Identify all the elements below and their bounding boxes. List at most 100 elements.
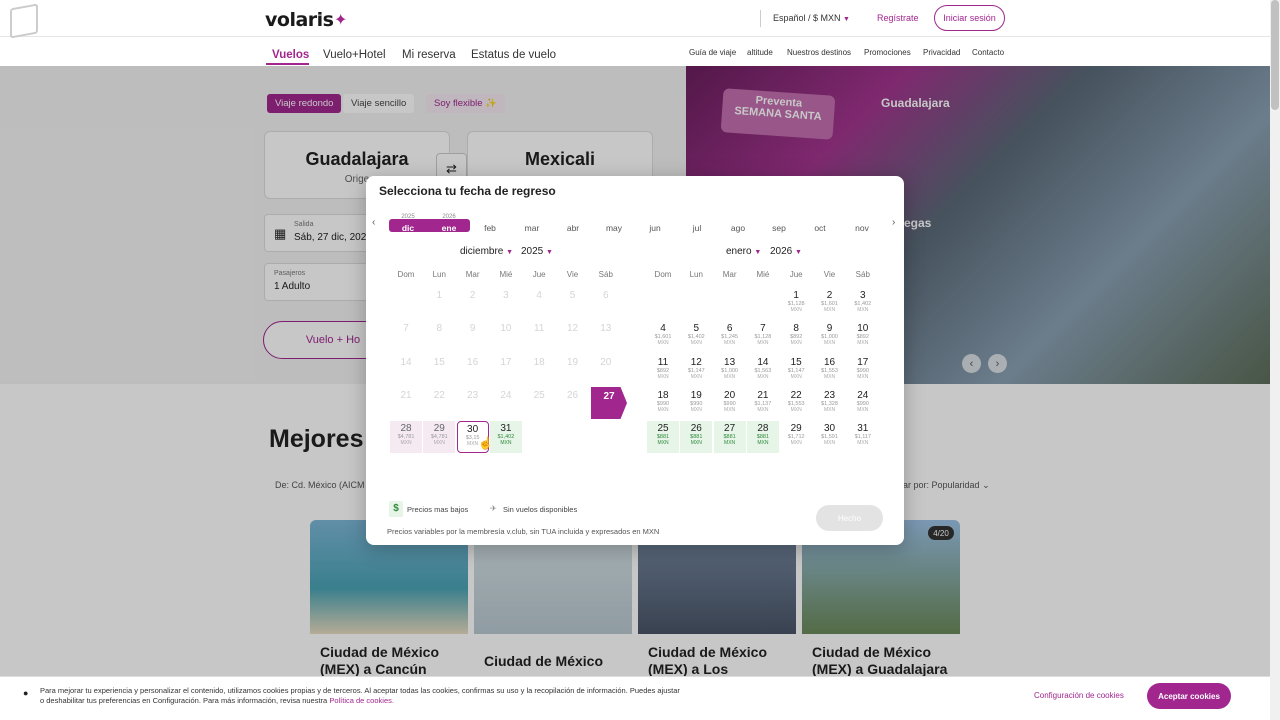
calendar-day: 6 bbox=[590, 288, 622, 320]
link-contacto[interactable]: Contacto bbox=[972, 48, 1004, 57]
calendar-day[interactable]: 27 $881 MXN bbox=[713, 421, 746, 454]
calendar-day[interactable]: 17 $990 MXN bbox=[847, 355, 879, 387]
calendar-day[interactable]: 10 $892 MXN bbox=[847, 321, 879, 353]
calendar-day[interactable]: 13 $1,000 MXN bbox=[714, 355, 746, 387]
day-currency: MXN bbox=[757, 440, 769, 447]
tab-vuelo-hotel[interactable]: Vuelo+Hotel bbox=[323, 49, 386, 61]
right-month-select[interactable]: enero ▼ bbox=[726, 246, 761, 257]
day-number: 6 bbox=[726, 323, 733, 335]
calendar-day[interactable]: 5 $1,402 MXN bbox=[680, 321, 712, 353]
weekday-label: Vie bbox=[823, 270, 836, 279]
calendar-day[interactable]: 19 $990 MXN bbox=[680, 388, 712, 420]
month-strip-item[interactable]: 2026 ene bbox=[430, 214, 468, 235]
month-strip-item[interactable]: 2025 dic bbox=[389, 214, 427, 235]
language-selector[interactable]: Español / $ MXN ▼ bbox=[773, 13, 850, 23]
calendar-day[interactable]: 26 $881 MXN bbox=[680, 421, 713, 454]
calendar-day: 14 bbox=[390, 355, 422, 387]
day-number: 17 bbox=[857, 356, 869, 368]
calendar-day[interactable]: 9 $1,000 MXN bbox=[814, 321, 846, 353]
day-number: 3 bbox=[503, 290, 509, 301]
calendar-day[interactable]: 28 $881 MXN bbox=[746, 421, 779, 454]
link-promociones[interactable]: Promociones bbox=[864, 48, 911, 57]
calendar-day[interactable]: 21 $1,137 MXN bbox=[747, 388, 779, 420]
weekday-label: Jue bbox=[789, 270, 803, 279]
month-strip-item[interactable]: oct bbox=[801, 214, 839, 235]
month-strip-item[interactable]: abr bbox=[554, 214, 592, 235]
month-strip-item[interactable]: jun bbox=[636, 214, 674, 235]
calendar-day[interactable]: 7 $1,128 MXN bbox=[747, 321, 779, 353]
month-strip-item[interactable]: ago bbox=[719, 214, 757, 235]
calendar-day[interactable]: 23 $1,328 MXN bbox=[814, 388, 846, 420]
tab-mi-reserva[interactable]: Mi reserva bbox=[402, 49, 456, 61]
calendar-day[interactable]: 31 $1,117 MXN bbox=[847, 421, 879, 453]
caret-down-icon: ▼ bbox=[754, 249, 762, 256]
strip-next-icon[interactable]: › bbox=[892, 217, 895, 228]
day-number: 28 bbox=[757, 423, 769, 435]
calendar-day[interactable]: 20 $990 MXN bbox=[714, 388, 746, 420]
calendar-day[interactable]: 2 $1,601 MXN bbox=[814, 288, 846, 320]
login-button[interactable]: Iniciar sesión bbox=[934, 5, 1005, 31]
calendar-day[interactable]: 3 $1,402 MXN bbox=[847, 288, 879, 320]
tab-vuelos[interactable]: Vuelos bbox=[272, 49, 309, 61]
strip-prev-icon[interactable]: ‹ bbox=[372, 217, 375, 228]
day-number: 18 bbox=[657, 389, 669, 401]
month-strip-label: abr bbox=[566, 223, 580, 233]
scrollbar-thumb[interactable] bbox=[1271, 0, 1279, 110]
day-currency: MXN bbox=[857, 440, 869, 447]
month-strip-item[interactable]: nov bbox=[843, 214, 881, 235]
month-strip-item[interactable]: may bbox=[595, 214, 633, 235]
tab-estatus[interactable]: Estatus de vuelo bbox=[471, 49, 556, 61]
month-strip-item[interactable]: jul bbox=[678, 214, 716, 235]
calendar-day: 18 bbox=[523, 355, 555, 387]
accept-cookies-button[interactable]: Aceptar cookies bbox=[1147, 683, 1231, 709]
month-strip-year bbox=[760, 214, 798, 221]
calendar-day[interactable]: 12 $1,147 MXN bbox=[680, 355, 712, 387]
month-strip-item[interactable]: feb bbox=[471, 214, 509, 235]
calendar-day[interactable]: 14 $1,563 MXN bbox=[747, 355, 779, 387]
month-strip-year bbox=[595, 214, 633, 221]
right-year-select[interactable]: 2026 ▼ bbox=[770, 246, 802, 257]
calendar-day[interactable]: 18 $990 MXN bbox=[647, 388, 679, 420]
calendar-day[interactable]: 15 $1,147 MXN bbox=[780, 355, 812, 387]
calendar-day[interactable]: 11 $892 MXN bbox=[647, 355, 679, 387]
right-year-label: 2026 bbox=[770, 246, 793, 257]
departure-date-marker[interactable]: 27 bbox=[591, 387, 627, 419]
volaris-logo[interactable]: volaris bbox=[265, 9, 334, 31]
cookie-config-link[interactable]: Configuración de cookies bbox=[1034, 691, 1124, 700]
calendar-day[interactable]: 16 $1,553 MXN bbox=[814, 355, 846, 387]
calendar-day[interactable]: 24 $990 MXN bbox=[847, 388, 879, 420]
link-destinos[interactable]: Nuestros destinos bbox=[787, 48, 851, 57]
calendar-day[interactable]: 31 $1,402 MXN bbox=[489, 421, 522, 454]
month-strip-label: mar bbox=[524, 223, 540, 233]
month-strip-year: 2025 bbox=[401, 214, 415, 220]
month-strip-item[interactable]: sep bbox=[760, 214, 798, 235]
left-year-select[interactable]: 2025 ▼ bbox=[521, 246, 553, 257]
calendar-day[interactable]: 28 $4,781 MXN bbox=[390, 421, 422, 454]
day-number: 28 bbox=[400, 423, 412, 435]
calendar-day[interactable]: 4 $1,601 MXN bbox=[647, 321, 679, 353]
calendar-day: 25 bbox=[523, 388, 555, 420]
calendar-day[interactable]: 25 $881 MXN bbox=[647, 421, 679, 454]
legend-no-flights: Sin vuelos disponibles bbox=[503, 505, 578, 514]
mouse-cursor-icon: ☝ bbox=[478, 436, 493, 450]
day-number: 10 bbox=[500, 323, 512, 335]
done-button[interactable]: Hecho bbox=[816, 505, 883, 531]
calendar-day[interactable]: 30 $1,591 MXN bbox=[814, 421, 846, 453]
month-strip-label: ene bbox=[441, 223, 457, 233]
calendar-day[interactable]: 1 $1,128 MXN bbox=[780, 288, 812, 320]
register-link[interactable]: Regístrate bbox=[877, 13, 919, 23]
calendar-day[interactable]: 22 $1,553 MXN bbox=[780, 388, 812, 420]
calendar-day[interactable]: 29 $1,712 MXN bbox=[780, 421, 812, 453]
link-privacidad[interactable]: Privacidad bbox=[923, 48, 960, 57]
header-divider bbox=[760, 10, 761, 27]
calendar-day[interactable]: 6 $1,245 MXN bbox=[714, 321, 746, 353]
link-altitude[interactable]: altitude bbox=[747, 48, 773, 57]
calendar-day[interactable]: 8 $892 MXN bbox=[780, 321, 812, 353]
link-guia[interactable]: Guía de viaje bbox=[689, 48, 736, 57]
top-header bbox=[0, 0, 1270, 37]
month-strip-item[interactable]: mar bbox=[513, 214, 551, 235]
left-month-select[interactable]: diciembre ▼ bbox=[460, 246, 513, 257]
calendar-day[interactable]: 29 $4,781 MXN bbox=[423, 421, 456, 454]
month-strip-label: jul bbox=[692, 223, 702, 233]
cookie-policy-link[interactable]: Política de cookies. bbox=[329, 696, 394, 705]
